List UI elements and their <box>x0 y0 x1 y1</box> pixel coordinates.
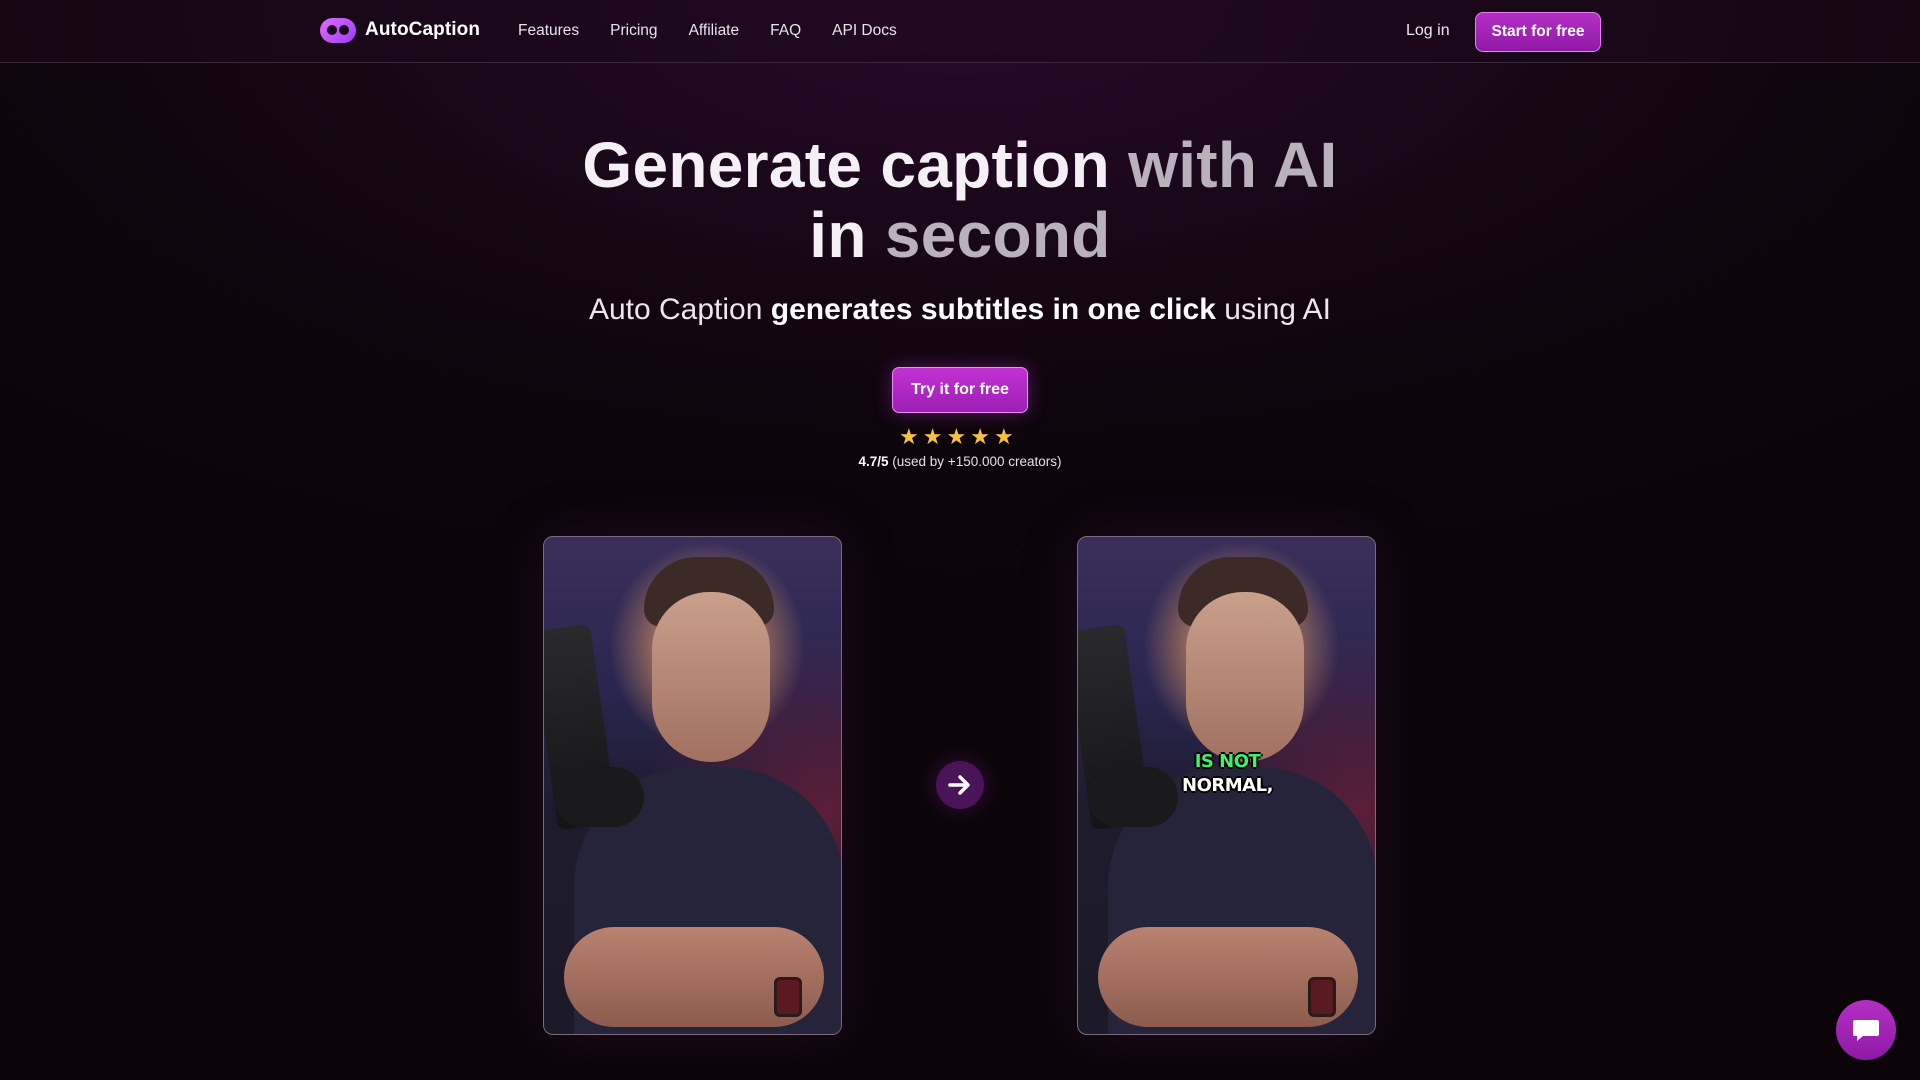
star-icon: ★ <box>899 424 919 449</box>
hero-title-part3: in <box>809 199 867 271</box>
hero-title-part1: Generate caption <box>582 129 1111 201</box>
start-for-free-button[interactable]: Start for free <box>1475 12 1601 52</box>
rating-text: 4.7/5 (used by +150.000 creators) <box>760 454 1160 469</box>
nav-link-api-docs[interactable]: API Docs <box>832 22 897 40</box>
caption-line2: NORMAL, <box>1182 775 1273 796</box>
rating-value: 4.7/5 <box>858 454 889 469</box>
nav-link-affiliate[interactable]: Affiliate <box>689 22 740 40</box>
try-it-for-free-button[interactable]: Try it for free <box>892 367 1028 413</box>
video-before[interactable] <box>543 536 842 1035</box>
nav-link-faq[interactable]: FAQ <box>770 22 801 40</box>
star-icon: ★ <box>946 424 967 449</box>
hero-title: Generate caption with AI in second <box>460 130 1460 270</box>
hero-title-part4: second <box>884 199 1111 271</box>
star-icon: ★ <box>993 424 1014 449</box>
video-caption: IS NOT NORMAL, <box>1078 750 1375 798</box>
rating-stars: ★ ★ ★ ★ ★ <box>899 424 1014 450</box>
video-after[interactable]: IS NOT NORMAL, <box>1077 536 1376 1035</box>
logo[interactable]: AutoCaption <box>319 16 480 44</box>
star-icon: ★ <box>922 424 943 449</box>
top-nav: AutoCaption Features Pricing Affiliate F… <box>0 0 1920 63</box>
nav-link-pricing[interactable]: Pricing <box>610 22 657 40</box>
rating-usage: (used by +150.000 creators) <box>892 454 1062 469</box>
login-link[interactable]: Log in <box>1406 22 1450 40</box>
logo-icon <box>319 16 357 44</box>
arrow-right-icon <box>936 761 984 809</box>
subtitle-part1: Auto Caption <box>588 293 763 326</box>
star-icon: ★ <box>970 424 990 449</box>
hero-subtitle: Auto Caption generates subtitles in one … <box>460 293 1460 327</box>
chat-icon[interactable] <box>1836 1000 1896 1060</box>
caption-line1: IS NOT <box>1194 751 1261 772</box>
hero-title-part2: with AI <box>1128 129 1338 201</box>
nav-links: Features Pricing Affiliate FAQ API Docs <box>518 22 897 40</box>
subtitle-part2: generates subtitles in one click <box>770 293 1216 326</box>
nav-link-features[interactable]: Features <box>518 22 579 40</box>
subtitle-part3: using AI <box>1224 293 1332 326</box>
brand-name: AutoCaption <box>365 19 481 40</box>
